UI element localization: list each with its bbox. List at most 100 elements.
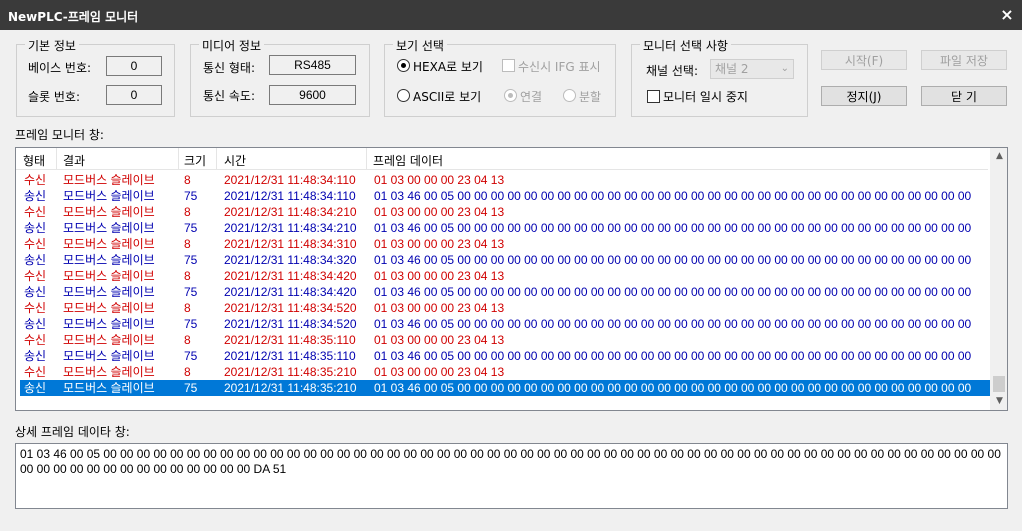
slot-number-field: 0 <box>106 85 162 105</box>
table-row[interactable]: 송신 모드버스 슬레이브 75 2021/12/31 11:48:34:210 01 0… <box>20 220 990 236</box>
view-select-group: 보기 선택 <box>384 37 616 117</box>
comm-speed-field: 9600 <box>269 85 356 105</box>
view-select-title: 보기 선택 <box>393 37 447 54</box>
row-size: 8 <box>184 301 191 315</box>
monitor-pause-label[interactable]: 모니터 일시 중지 <box>663 88 748 105</box>
table-row[interactable]: 수신 모드버스 슬레이브 8 2021/12/31 11:48:35:210 01 03… <box>20 364 990 380</box>
close-button[interactable]: 닫 기 <box>921 86 1007 106</box>
row-result: 모드버스 슬레이브 <box>63 301 155 315</box>
row-size: 75 <box>184 285 198 299</box>
row-frame-data: 01 03 46 00 05 00 00 00 00 00 00 00 00 0… <box>374 221 974 235</box>
row-size: 8 <box>184 365 191 379</box>
table-row[interactable]: 수신 모드버스 슬레이브 8 2021/12/31 11:48:34:210 01 03… <box>20 204 990 220</box>
row-type: 수신 <box>24 301 47 315</box>
slot-number-label: 슬롯 번호: <box>28 90 81 104</box>
row-type: 수신 <box>24 269 47 283</box>
row-time: 2021/12/31 11:48:35:110 <box>224 333 356 347</box>
basic-info-group: 기본 정보 <box>16 37 175 117</box>
row-time: 2021/12/31 11:48:35:110 <box>224 349 356 363</box>
start-button[interactable]: 시작(F) <box>821 50 907 70</box>
comm-type-field: RS485 <box>269 55 356 75</box>
row-time: 2021/12/31 11:48:34:320 <box>224 253 357 267</box>
ifg-display-checkbox[interactable] <box>502 59 515 72</box>
monitor-pause-checkbox[interactable] <box>647 90 660 103</box>
close-icon[interactable]: × <box>998 5 1016 25</box>
column-header-frame-data[interactable]: 프레임 데이터 <box>373 152 443 169</box>
row-size: 75 <box>184 189 198 203</box>
base-number-label: 베이스 번호: <box>28 61 92 75</box>
table-row[interactable]: 수신 모드버스 슬레이브 8 2021/12/31 11:48:34:520 01 03… <box>20 300 990 316</box>
base-number-field: 0 <box>106 56 162 76</box>
detail-frame-title: 상세 프레임 데이타 창: <box>15 425 130 439</box>
table-row[interactable]: 수신 모드버스 슬레이브 8 2021/12/31 11:48:34:420 01 03… <box>20 268 990 284</box>
table-row[interactable]: 송신 모드버스 슬레이브 75 2021/12/31 11:48:34:420 01 0… <box>20 284 990 300</box>
scroll-down-icon[interactable]: ▼ <box>991 393 1007 410</box>
row-frame-data: 01 03 00 00 00 23 04 13 <box>374 173 505 187</box>
row-time: 2021/12/31 11:48:34:110 <box>224 173 356 187</box>
channel-select-label: 채널 선택: <box>646 64 699 78</box>
column-divider <box>216 148 217 170</box>
row-time: 2021/12/31 11:48:35:210 <box>224 365 357 379</box>
table-row[interactable]: 송신 모드버스 슬레이브 75 2021/12/31 11:48:35:210 01 0… <box>20 380 990 396</box>
column-header-time[interactable]: 시간 <box>224 152 246 169</box>
list-scrollbar[interactable]: ▲ ▼ <box>990 148 1007 410</box>
row-result: 모드버스 슬레이브 <box>63 365 155 379</box>
column-header-type[interactable]: 형태 <box>23 152 45 169</box>
channel-select[interactable]: 채널 2 ⌄ <box>710 59 794 79</box>
row-time: 2021/12/31 11:48:34:420 <box>224 285 357 299</box>
scroll-up-icon[interactable]: ▲ <box>991 148 1007 165</box>
split-radio[interactable] <box>563 89 576 102</box>
table-row[interactable]: 송신 모드버스 슬레이브 75 2021/12/31 11:48:34:320 01 0… <box>20 252 990 268</box>
stop-button[interactable]: 정지(J) <box>821 86 907 106</box>
row-type: 수신 <box>24 205 47 219</box>
save-file-button[interactable]: 파일 저장 <box>921 50 1007 70</box>
scrollbar-thumb[interactable] <box>993 376 1005 392</box>
frame-monitor-list[interactable]: 형태 결과 크기 시간 프레임 데이터 수신 모드버스 슬레이브 8 2021/12/… <box>15 147 1008 411</box>
window-title: NewPLC-프레임 모니터 <box>8 10 139 24</box>
row-result: 모드버스 슬레이브 <box>63 317 155 331</box>
table-row[interactable]: 수신 모드버스 슬레이브 8 2021/12/31 11:48:34:310 01 03… <box>20 236 990 252</box>
row-frame-data: 01 03 00 00 00 23 04 13 <box>374 365 505 379</box>
ascii-view-radio[interactable] <box>397 89 410 102</box>
row-size: 8 <box>184 269 191 283</box>
table-row[interactable]: 송신 모드버스 슬레이브 75 2021/12/31 11:48:34:520 01 0… <box>20 316 990 332</box>
row-time: 2021/12/31 11:48:34:210 <box>224 221 357 235</box>
row-time: 2021/12/31 11:48:34:210 <box>224 205 357 219</box>
detail-frame-text[interactable]: 01 03 46 00 05 00 00 00 00 00 00 00 00 0… <box>15 443 1008 509</box>
list-header: 형태 결과 크기 시간 프레임 데이터 <box>16 148 988 170</box>
column-header-size[interactable]: 크기 <box>184 152 206 169</box>
row-type: 송신 <box>24 381 47 395</box>
split-label: 분할 <box>579 90 602 104</box>
column-divider <box>178 148 179 170</box>
row-frame-data: 01 03 00 00 00 23 04 13 <box>374 205 505 219</box>
hexa-view-label[interactable]: HEXA로 보기 <box>413 58 483 75</box>
row-result: 모드버스 슬레이브 <box>63 189 155 203</box>
title-bar: NewPLC-프레임 모니터 × <box>0 0 1022 30</box>
table-row[interactable]: 수신 모드버스 슬레이브 8 2021/12/31 11:48:35:110 01 03… <box>20 332 990 348</box>
row-type: 송신 <box>24 317 47 331</box>
connect-label: 연결 <box>520 90 543 104</box>
connect-radio[interactable] <box>504 89 517 102</box>
basic-info-title: 기본 정보 <box>25 37 79 54</box>
table-row[interactable]: 송신 모드버스 슬레이브 75 2021/12/31 11:48:35:110 01 0… <box>20 348 990 364</box>
row-size: 8 <box>184 205 191 219</box>
row-result: 모드버스 슬레이브 <box>63 381 155 395</box>
column-header-result[interactable]: 결과 <box>63 152 85 169</box>
chevron-down-icon: ⌄ <box>780 63 789 74</box>
row-size: 75 <box>184 381 198 395</box>
table-row[interactable]: 송신 모드버스 슬레이브 75 2021/12/31 11:48:34:110 01 0… <box>20 188 990 204</box>
row-size: 8 <box>184 173 191 187</box>
row-type: 송신 <box>24 285 47 299</box>
column-divider <box>366 148 367 170</box>
hexa-view-radio[interactable] <box>397 59 410 72</box>
row-frame-data: 01 03 00 00 00 23 04 13 <box>374 301 505 315</box>
row-frame-data: 01 03 46 00 05 00 00 00 00 00 00 00 00 0… <box>374 253 974 267</box>
ascii-view-label[interactable]: ASCII로 보기 <box>413 88 481 105</box>
row-frame-data: 01 03 00 00 00 23 04 13 <box>374 237 505 251</box>
table-row[interactable]: 수신 모드버스 슬레이브 8 2021/12/31 11:48:34:110 01 03… <box>20 172 990 188</box>
row-type: 송신 <box>24 221 47 235</box>
row-time: 2021/12/31 11:48:34:520 <box>224 301 357 315</box>
row-size: 75 <box>184 253 198 267</box>
row-size: 75 <box>184 221 198 235</box>
row-frame-data: 01 03 00 00 00 23 04 13 <box>374 333 505 347</box>
